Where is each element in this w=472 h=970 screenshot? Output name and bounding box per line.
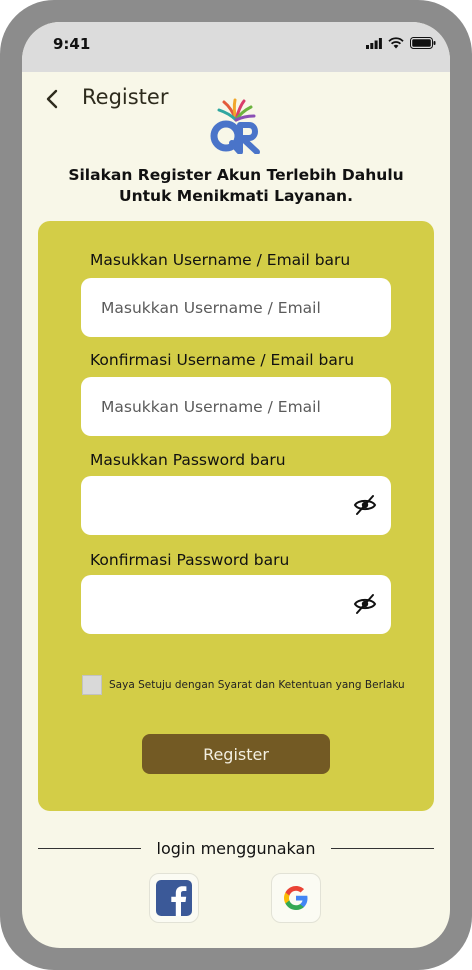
confirm-username-label: Konfirmasi Username / Email baru [90, 351, 355, 369]
wifi-icon [388, 37, 404, 49]
confirm-password-field-wrap [81, 575, 391, 634]
confirm-password-label: Konfirmasi Password baru [90, 551, 290, 569]
status-icons [366, 37, 436, 49]
qr-logo [210, 98, 260, 154]
eye-off-icon[interactable] [353, 593, 377, 615]
terms-label: Saya Setuju dengan Syarat dan Ketentuan … [109, 679, 405, 691]
confirm-username-input[interactable] [81, 377, 391, 436]
back-arrow-icon[interactable] [42, 86, 64, 112]
register-button[interactable]: Register [142, 734, 330, 774]
username-label: Masukkan Username / Email baru [90, 251, 351, 269]
google-login-button[interactable] [271, 873, 321, 923]
username-field-wrap [81, 278, 391, 337]
status-bar: 9:41 [22, 22, 450, 72]
page-title: Register [82, 85, 169, 109]
signal-icon [366, 37, 382, 49]
page-subtitle: Silakan Register Akun Terlebih Dahulu Un… [22, 165, 450, 207]
password-label: Masukkan Password baru [90, 451, 286, 469]
password-input[interactable] [81, 476, 391, 535]
facebook-login-button[interactable] [149, 873, 199, 923]
status-time: 9:41 [53, 35, 91, 53]
password-field-wrap [81, 476, 391, 535]
battery-icon [410, 37, 436, 49]
register-form-card: Masukkan Username / Email baru Konfirmas… [38, 221, 434, 811]
username-input[interactable] [81, 278, 391, 337]
eye-off-icon[interactable] [353, 494, 377, 516]
subtitle-line-2: Untuk Menikmati Layanan. [119, 187, 353, 205]
terms-checkbox[interactable] [82, 675, 102, 695]
subtitle-line-1: Silakan Register Akun Terlebih Dahulu [68, 166, 404, 184]
phone-frame: 9:41 Register Silakan Register Akun Terl… [0, 0, 472, 970]
app-screen: 9:41 Register Silakan Register Akun Terl… [22, 22, 450, 948]
divider-right [331, 848, 434, 849]
confirm-password-input[interactable] [81, 575, 391, 634]
terms-agreement: Saya Setuju dengan Syarat dan Ketentuan … [82, 675, 405, 695]
confirm-username-field-wrap [81, 377, 391, 436]
google-icon [284, 886, 308, 910]
facebook-icon [156, 880, 192, 916]
